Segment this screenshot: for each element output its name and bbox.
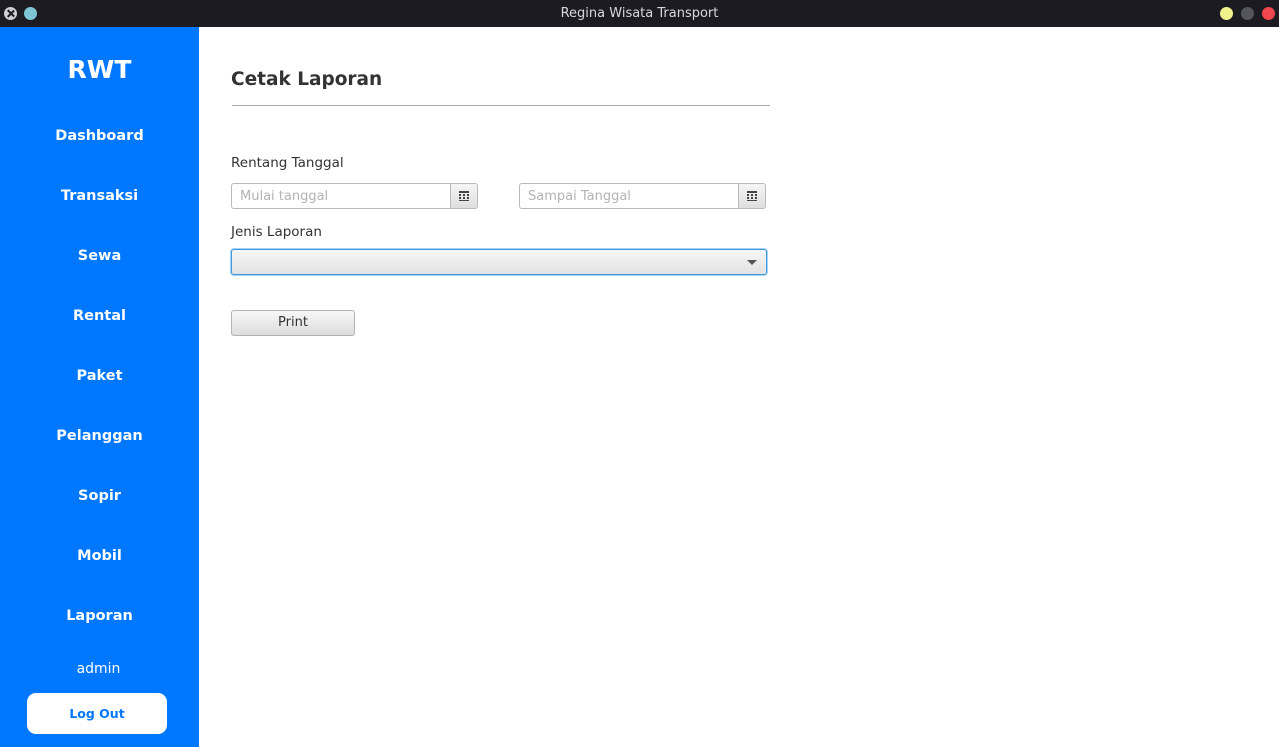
- window-titlebar: Regina Wisata Transport: [0, 0, 1279, 27]
- window-title: Regina Wisata Transport: [560, 6, 719, 21]
- main-content: Cetak Laporan Rentang Tanggal Mulai tang…: [199, 27, 1279, 747]
- report-type-label: Jenis Laporan: [231, 224, 322, 240]
- end-date-input[interactable]: [520, 184, 739, 208]
- print-button[interactable]: Print: [231, 310, 355, 336]
- sidebar-item-paket[interactable]: Paket: [0, 361, 199, 391]
- minimize-button[interactable]: [1220, 7, 1233, 20]
- start-date-input[interactable]: [232, 184, 451, 208]
- title-divider: [232, 105, 770, 106]
- logout-button[interactable]: Log Out: [27, 693, 167, 734]
- end-date-picker: [519, 183, 766, 209]
- user-name: admin: [76, 661, 121, 677]
- sidebar-item-sewa[interactable]: Sewa: [0, 241, 199, 271]
- sidebar-item-sopir[interactable]: Sopir: [0, 481, 199, 511]
- sidebar-item-transaksi[interactable]: Transaksi: [0, 181, 199, 211]
- start-date-calendar-button[interactable]: [450, 184, 477, 208]
- calendar-icon: [747, 191, 757, 201]
- page-title: Cetak Laporan: [231, 69, 383, 90]
- maximize-button[interactable]: [1241, 7, 1254, 20]
- sidebar-item-rental[interactable]: Rental: [0, 301, 199, 331]
- start-date-picker: [231, 183, 478, 209]
- report-type-select[interactable]: [231, 249, 767, 275]
- sidebar-item-laporan[interactable]: Laporan: [0, 601, 199, 631]
- sidebar-item-pelanggan[interactable]: Pelanggan: [0, 421, 199, 451]
- chevron-down-icon: [747, 260, 757, 265]
- end-date-calendar-button[interactable]: [738, 184, 765, 208]
- sidebar-item-dashboard[interactable]: Dashboard: [0, 121, 199, 151]
- close-window-button[interactable]: [1262, 7, 1275, 20]
- calendar-icon: [459, 191, 469, 201]
- sidebar-item-mobil[interactable]: Mobil: [0, 541, 199, 571]
- sidebar: RWT Dashboard Transaksi Sewa Rental Pake…: [0, 27, 199, 747]
- brand-logo: RWT: [67, 55, 132, 84]
- date-range-label: Rentang Tanggal: [231, 155, 344, 171]
